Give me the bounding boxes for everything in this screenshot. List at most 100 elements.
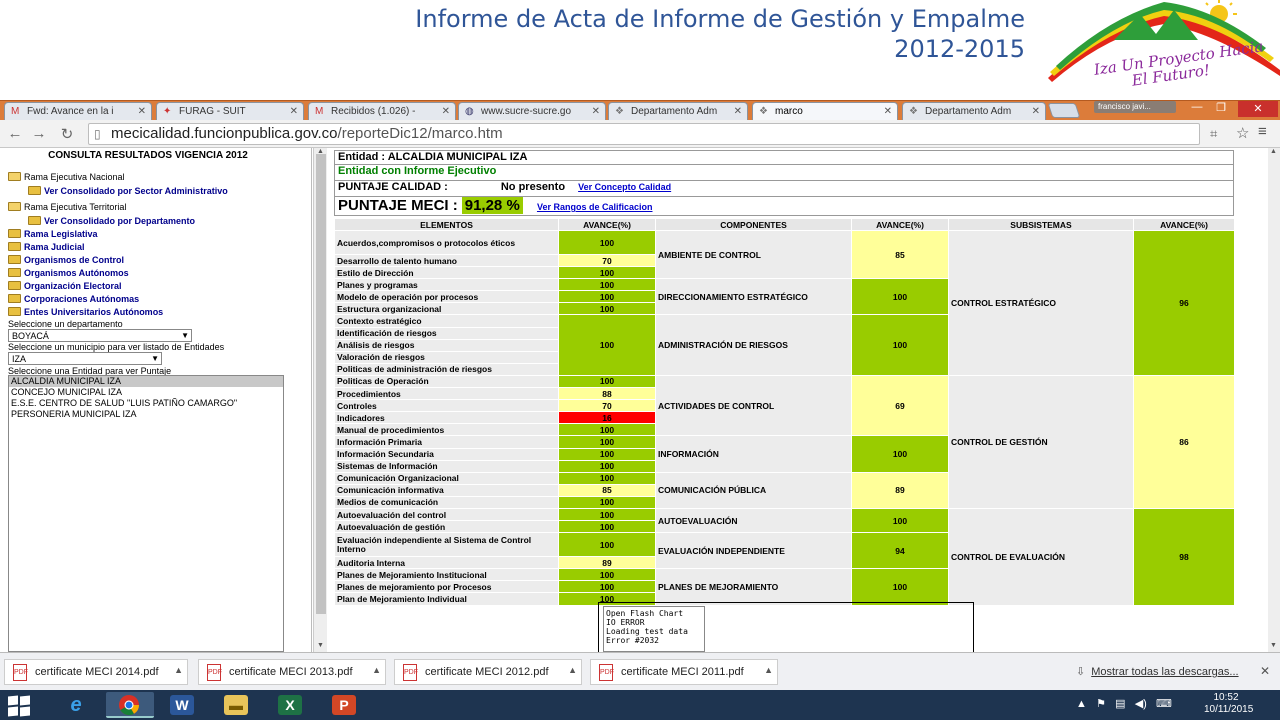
browser-tab-2[interactable]: ✦ FURAG - SUIT ✕ (156, 102, 304, 121)
close-downloads-icon[interactable]: ✕ (1260, 664, 1270, 678)
list-item[interactable]: ALCALDIA MUNICIPAL IZA (9, 376, 283, 387)
folder-icon (8, 281, 21, 290)
forward-arrow-icon[interactable]: → (30, 125, 48, 142)
tree-folder-4[interactable]: Organismos Autónomos (8, 268, 129, 278)
maximize-icon[interactable]: ❐ (1210, 101, 1232, 114)
download-item-3[interactable]: PDF certificate MECI 2012.pdf ▲ (394, 659, 582, 685)
chevron-up-icon[interactable]: ▲ (764, 665, 773, 675)
slide-header: Informe de Acta de Informe de Gestión y … (0, 0, 1280, 100)
taskbar-clock[interactable]: 10:52 10/11/2015 (1204, 692, 1253, 716)
page-icon: ❖ (909, 106, 918, 117)
slide-title-line2: 2012-2015 (894, 35, 1025, 63)
reload-icon[interactable]: ↻ (58, 125, 76, 143)
new-tab-button[interactable] (1047, 103, 1081, 118)
window-close-icon[interactable]: ✕ (1238, 101, 1278, 117)
tree-folder-3[interactable]: Organismos de Control (8, 255, 124, 265)
windows-start-icon[interactable] (8, 695, 32, 717)
taskbar-word-icon[interactable]: W (158, 692, 206, 718)
tree-label: Rama Legislativa (24, 229, 98, 239)
browser-tab-7[interactable]: ❖ Departamento Adm ✕ (902, 102, 1046, 121)
flash-chart-box: Open Flash Chart IO ERROR Loading test d… (598, 602, 974, 652)
browser-tab-1[interactable]: M Fwd: Avance en la i ✕ (4, 102, 152, 121)
column-header: AVANCE(%) (1133, 218, 1235, 231)
tree-folder-5[interactable]: Organización Electoral (8, 281, 122, 291)
component-avance: 100 (851, 278, 949, 316)
scroll-down-icon[interactable]: ▼ (317, 642, 324, 649)
menu-icon[interactable]: ≡ (1258, 123, 1267, 140)
subsystem-name: CONTROL ESTRATÉGICO (948, 230, 1134, 376)
browser-tab-3[interactable]: M Recibidos (1.026) - ✕ (308, 102, 456, 121)
page-content: CONSULTA RESULTADOS VIGENCIA 2012 Rama E… (0, 148, 1280, 652)
taskbar-chrome-icon[interactable] (106, 692, 154, 718)
link-ver-sector[interactable]: Ver Consolidado por Sector Administrativ… (28, 186, 228, 196)
tree-folder-2[interactable]: Rama Judicial (8, 242, 85, 252)
tab-close-icon[interactable]: ✕ (884, 106, 892, 117)
language-icon[interactable]: ⌨ (1156, 698, 1172, 710)
translate-icon[interactable]: ⌗ (1210, 126, 1217, 142)
tree-folder-6[interactable]: Corporaciones Autónomas (8, 294, 139, 304)
component-name: ACTIVIDADES DE CONTROL (655, 374, 852, 437)
browser-tab-5[interactable]: ❖ Departamento Adm ✕ (608, 102, 748, 121)
system-tray[interactable]: ▲ ⚑ ▤ ◀) ⌨ (1076, 697, 1172, 710)
component-avance: 69 (851, 374, 949, 437)
tree-rama-nacional[interactable]: Rama Ejecutiva Nacional (8, 172, 125, 182)
element-avance: 100 (558, 374, 656, 389)
taskbar-explorer-icon[interactable]: ▬ (212, 692, 260, 718)
ver-rangos-link[interactable]: Ver Rangos de Calificacion (537, 202, 653, 212)
back-arrow-icon[interactable]: ← (6, 125, 24, 142)
chevron-up-icon[interactable]: ▲ (372, 665, 381, 675)
tab-close-icon[interactable]: ✕ (138, 106, 146, 117)
component-name: ADMINISTRACIÓN DE RIESGOS (655, 314, 852, 376)
tree-folder-7[interactable]: Entes Universitarios Autónomos (8, 307, 163, 317)
taskbar-powerpoint-icon[interactable]: P (320, 692, 368, 718)
download-item-1[interactable]: PDF certificate MECI 2014.pdf ▲ (4, 659, 188, 685)
left-scrollbar[interactable]: ▲ ▼ (313, 148, 327, 652)
scrollbar-thumb[interactable] (316, 154, 326, 614)
show-all-downloads-link[interactable]: ⇩ Mostrar todas las descargas... (1076, 665, 1239, 678)
tray-arrow-icon[interactable]: ▲ (1076, 698, 1087, 710)
tab-close-icon[interactable]: ✕ (734, 106, 742, 117)
tree-label: Rama Ejecutiva Territorial (24, 202, 127, 212)
list-item[interactable]: PERSONERIA MUNICIPAL IZA (9, 409, 283, 420)
tab-close-icon[interactable]: ✕ (442, 106, 450, 117)
profile-chip[interactable]: francisco javi... (1094, 101, 1176, 113)
scroll-up-icon[interactable]: ▲ (1270, 148, 1277, 155)
element-avance: 88 (558, 387, 656, 401)
download-item-4[interactable]: PDF certificate MECI 2011.pdf ▲ (590, 659, 778, 685)
municipio-select[interactable]: IZA ▼ (8, 352, 162, 365)
taskbar-ie-icon[interactable]: e (52, 692, 100, 718)
element-avance: 89 (558, 556, 656, 570)
page-icon: ❖ (615, 106, 624, 117)
element-avance: 100 (558, 507, 656, 522)
tree-rama-territorial[interactable]: Rama Ejecutiva Territorial (8, 202, 126, 212)
tab-close-icon[interactable]: ✕ (1032, 106, 1040, 117)
entidad-listbox[interactable]: ALCALDIA MUNICIPAL IZA CONCEJO MUNICIPAL… (8, 375, 284, 652)
link-ver-departamento[interactable]: Ver Consolidado por Departamento (28, 216, 195, 226)
departamento-select[interactable]: BOYACÁ ▼ (8, 329, 192, 342)
ver-concepto-link[interactable]: Ver Concepto Calidad (578, 182, 671, 192)
element-name: Procedimientos (334, 387, 559, 401)
bookmark-star-icon[interactable]: ☆ (1236, 124, 1249, 142)
chevron-up-icon[interactable]: ▲ (568, 665, 577, 675)
chevron-up-icon[interactable]: ▲ (174, 665, 183, 675)
volume-icon[interactable]: ◀) (1135, 698, 1147, 710)
right-scrollbar[interactable]: ▲ ▼ (1268, 148, 1280, 652)
browser-tab-4[interactable]: ◍ www.sucre-sucre.go ✕ (458, 102, 606, 121)
taskbar-excel-icon[interactable]: X (266, 692, 314, 718)
list-item[interactable]: CONCEJO MUNICIPAL IZA (9, 387, 283, 398)
scroll-down-icon[interactable]: ▼ (1270, 642, 1277, 649)
url-input[interactable]: ▯ mecicalidad.funcionpublica.gov.co/repor… (88, 123, 1200, 145)
report-frame: Entidad : ALCALDIA MUNICIPAL IZA Entidad… (328, 148, 1268, 652)
network-icon[interactable]: ▤ (1115, 698, 1125, 710)
meci-label: PUNTAJE MECI : (338, 197, 458, 214)
browser-tab-6-active[interactable]: ❖ marco ✕ (752, 102, 898, 121)
download-item-2[interactable]: PDF certificate MECI 2013.pdf ▲ (198, 659, 386, 685)
element-avance: 100 (558, 532, 656, 558)
flag-icon[interactable]: ⚑ (1096, 698, 1106, 710)
tab-close-icon[interactable]: ✕ (592, 106, 600, 117)
tab-close-icon[interactable]: ✕ (290, 106, 298, 117)
tree-folder-1[interactable]: Rama Legislativa (8, 229, 98, 239)
list-item[interactable]: E.S.E. CENTRO DE SALUD "LUIS PATIÑO CAMA… (9, 398, 283, 409)
minimize-icon[interactable]: — (1186, 101, 1208, 113)
element-avance: 100 (558, 520, 656, 534)
